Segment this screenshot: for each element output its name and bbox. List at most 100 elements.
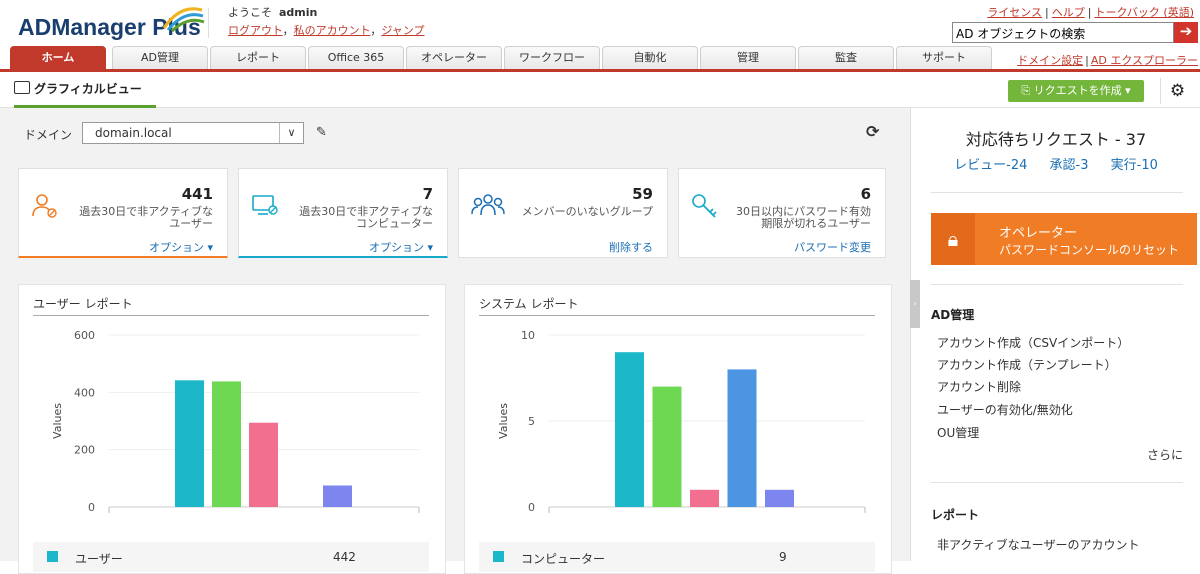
options-dropdown[interactable]: オプション ▾ — [149, 239, 213, 255]
right-sidebar: › 対応待ちリクエスト - 37 レビュー-24 承認-3 実行-10 🔒︎ オ… — [910, 108, 1200, 561]
chevron-down-icon: ∨ — [279, 123, 303, 143]
card-password-expiry[interactable]: 6 30日以内にパスワード有効期限が切れるユーザー パスワード変更 — [678, 168, 886, 258]
y-tick-label: 200 — [74, 444, 95, 457]
tab-audit[interactable]: 監査 — [798, 46, 894, 69]
create-request-button[interactable]: ⎘ リクエストを作成 ▾ — [1008, 80, 1144, 102]
system-report-panel: システム レポート 0 5 10 Values コンピューター 9 — [464, 284, 892, 574]
operator-subtitle: パスワードコンソールのリセット — [999, 243, 1180, 257]
delete-link[interactable]: 削除する — [609, 239, 653, 255]
domain-label: ドメイン — [24, 128, 73, 142]
chart-bar — [212, 381, 241, 507]
ad-object-search-input[interactable]: AD オブジェクトの検索 — [952, 22, 1174, 43]
chart-bar — [615, 352, 644, 507]
y-axis-label: Values — [51, 403, 64, 439]
system-report-title: システム レポート — [479, 297, 579, 311]
report-item-inactive-users[interactable]: 非アクティブなユーザーのアカウント — [937, 536, 1139, 553]
nav-right-links: ドメイン設定 | AD エクスプローラー — [1017, 54, 1198, 67]
card-empty-groups[interactable]: 59 メンバーのいないグループ 削除する — [458, 168, 668, 258]
tab-home[interactable]: ホーム — [10, 46, 106, 69]
jump-link[interactable]: ジャンプ — [381, 24, 424, 37]
pencil-icon[interactable]: ✎ — [316, 125, 327, 140]
username: admin — [279, 6, 318, 19]
options-dropdown[interactable]: オプション ▾ — [369, 239, 433, 255]
ad-item-create-template[interactable]: アカウント作成（テンプレート） — [937, 356, 1117, 373]
change-password-link[interactable]: パスワード変更 — [794, 239, 871, 255]
key-icon — [692, 194, 717, 218]
ad-item-create-csv[interactable]: アカウント作成（CSVインポート） — [937, 334, 1129, 351]
tab-office365[interactable]: Office 365 — [308, 46, 404, 69]
divider — [931, 482, 1183, 483]
help-link[interactable]: ヘルプ — [1052, 6, 1085, 19]
tab-graphical-view[interactable]: グラフィカルビュー — [14, 78, 156, 108]
tab-automation[interactable]: 自動化 — [602, 46, 698, 69]
domain-value: domain.local — [95, 126, 172, 140]
create-request-label: リクエストを作成 — [1033, 84, 1122, 97]
tab-workflow[interactable]: ワークフロー — [504, 46, 600, 69]
operator-reset-password-banner[interactable]: 🔒︎ オペレーター パスワードコンソールのリセット — [931, 213, 1197, 265]
y-tick-label: 0 — [528, 501, 535, 514]
tab-reports[interactable]: レポート — [210, 46, 306, 69]
ad-item-ou-management[interactable]: OU管理 — [937, 424, 979, 441]
card-description: 過去30日で非アクティブなコンピューター — [299, 205, 433, 230]
more-link[interactable]: さらに — [1147, 446, 1183, 463]
talkback-link[interactable]: トークバック (英語) — [1094, 6, 1194, 19]
card-number: 7 — [422, 185, 433, 203]
user-report-chart: 0 200 400 600 Values — [51, 329, 420, 514]
ad-explorer-link[interactable]: AD エクスプローラー — [1091, 54, 1198, 67]
title-divider — [33, 315, 429, 316]
chart-bar — [727, 369, 757, 507]
y-tick-label: 0 — [88, 501, 95, 514]
pending-requests-title: 対応待ちリクエスト - 37 — [965, 130, 1147, 149]
chart-bar — [175, 380, 204, 507]
chart-bar — [765, 489, 794, 507]
review-link[interactable]: レビュー-24 — [954, 158, 1027, 173]
tab-support[interactable]: サポート — [896, 46, 992, 69]
my-account-link[interactable]: 私のアカウント — [294, 24, 371, 37]
domain-select[interactable]: domain.local ∨ — [82, 122, 304, 144]
title-divider — [479, 315, 875, 316]
card-description: 過去30日で非アクティブなユーザー — [79, 205, 213, 230]
legend-value: 442 — [333, 550, 356, 564]
chart-legend: ユーザー 442 — [33, 542, 429, 572]
gear-icon[interactable]: ⚙ — [1160, 78, 1194, 104]
ad-item-enable-disable[interactable]: ユーザーの有効化/無効化 — [937, 401, 1073, 418]
tab-ad-management[interactable]: AD管理 — [112, 46, 208, 69]
domain-settings-link[interactable]: ドメイン設定 — [1017, 54, 1083, 67]
logout-link[interactable]: ログアウト — [228, 24, 283, 37]
tab-operator[interactable]: オペレーター — [406, 46, 502, 69]
ad-item-delete-account[interactable]: アカウント削除 — [937, 378, 1021, 395]
reports-section-title: レポート — [931, 508, 980, 522]
chart-bar — [249, 422, 278, 507]
card-number: 6 — [860, 185, 871, 203]
refresh-icon[interactable]: ⟳ — [866, 122, 879, 141]
chart-bar — [652, 386, 682, 507]
approve-link[interactable]: 承認-3 — [1050, 158, 1089, 173]
search-button[interactable]: ➔ — [1174, 22, 1198, 43]
tab-admin[interactable]: 管理 — [700, 46, 796, 69]
group-icon — [471, 194, 505, 216]
inactive-user-icon — [32, 194, 57, 218]
graphical-view-label: グラフィカルビュー — [34, 82, 142, 96]
card-number: 441 — [181, 185, 213, 203]
inactive-computer-icon — [252, 195, 278, 215]
divider — [931, 192, 1183, 193]
card-inactive-computers[interactable]: 7 過去30日で非アクティブなコンピューター オプション ▾ — [238, 168, 448, 258]
chart-legend: コンピューター 9 — [479, 542, 875, 572]
chart-bar — [323, 485, 352, 507]
execute-link[interactable]: 実行-10 — [1111, 158, 1158, 173]
chevron-down-icon: ▾ — [1125, 84, 1131, 97]
logo-swoosh-icon — [162, 7, 205, 32]
logo[interactable]: ADManager Plus — [18, 7, 205, 41]
sidebar-collapse-handle[interactable]: › — [910, 280, 920, 328]
legend-value: 9 — [779, 550, 787, 564]
arrow-right-icon: ➔ — [1179, 22, 1193, 40]
main-nav: ホーム AD管理 レポート Office 365 オペレーター ワークフロー 自… — [0, 44, 1200, 72]
y-tick-label: 600 — [74, 329, 95, 342]
y-axis-label: Values — [497, 403, 510, 439]
add-request-icon: ⎘ — [1021, 84, 1031, 97]
license-link[interactable]: ライセンス — [987, 6, 1042, 19]
card-inactive-users[interactable]: 441 過去30日で非アクティブなユーザー オプション ▾ — [18, 168, 228, 258]
main-content: ドメイン domain.local ∨ ✎ ⟳ 441 過去30日で非アクティブ… — [0, 108, 910, 574]
ad-management-section-title: AD管理 — [931, 308, 975, 322]
welcome-prefix: ようこそ — [228, 6, 272, 19]
